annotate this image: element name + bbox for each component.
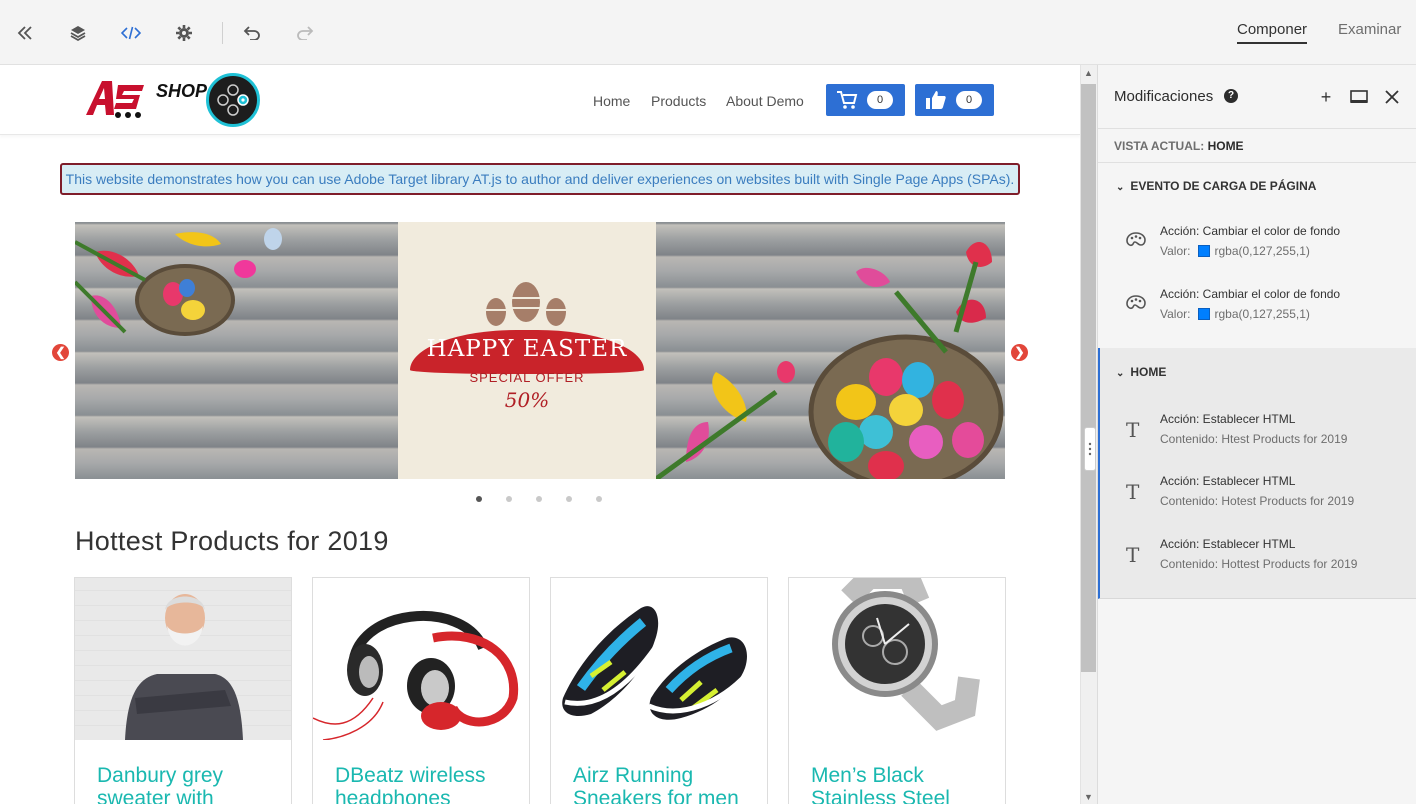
redo-icon[interactable] <box>294 22 316 44</box>
likes-count: 0 <box>956 91 982 109</box>
collapse-icon[interactable] <box>14 22 36 44</box>
color-swatch <box>1198 245 1211 257</box>
tab-componer[interactable]: Componer <box>1237 21 1308 44</box>
shop-logo[interactable]: SHOP <box>84 75 207 125</box>
modification-action: Acción: Establecer HTML <box>1160 474 1296 488</box>
product-title[interactable]: DBeatz wireless headphones <box>335 764 515 804</box>
thumbs-up-icon <box>926 91 946 109</box>
banner-headline: HAPPY EASTER <box>426 336 628 362</box>
demo-notice: This website demonstrates how you can us… <box>60 163 1020 195</box>
text-icon: T <box>1126 418 1140 442</box>
carousel-next-button[interactable]: ❯ <box>1011 344 1028 361</box>
modification-item[interactable]: T Acción: Establecer HTML Contenido: Hte… <box>1100 408 1416 464</box>
panel-resize-handle[interactable] <box>1084 427 1096 471</box>
nav-about-demo[interactable]: About Demo <box>726 93 804 109</box>
palette-icon <box>1126 293 1146 313</box>
product-title[interactable]: Airz Running Sneakers for men <box>573 764 753 804</box>
carousel-dot[interactable] <box>566 496 572 502</box>
modification-value-text: rgba(0,127,255,1) <box>1214 244 1310 258</box>
modification-item[interactable]: Acción: Cambiar el color de fondo Valor:… <box>1098 283 1416 339</box>
cart-button[interactable]: 0 <box>826 84 905 116</box>
banner-discount: 50% <box>504 388 550 412</box>
panel-title: Modificaciones <box>1114 88 1214 105</box>
add-icon[interactable]: + <box>1317 87 1335 107</box>
site-canvas: SHOP Home Products About Demo 0 0 This w… <box>0 65 1080 804</box>
hero-carousel: HAPPY EASTER SPECIAL OFFER 50% <box>75 222 1005 479</box>
product-card[interactable]: Airz Running Sneakers for men <box>550 577 768 804</box>
modification-action: Acción: Establecer HTML <box>1160 412 1296 426</box>
banner-image-left <box>75 222 398 479</box>
site-header: SHOP Home Products About Demo 0 0 <box>0 65 1080 135</box>
device-view-icon[interactable] <box>1350 88 1368 106</box>
carousel-dot[interactable] <box>536 496 542 502</box>
likes-button[interactable]: 0 <box>915 84 994 116</box>
nav-home[interactable]: Home <box>593 93 630 109</box>
modification-action: Acción: Cambiar el color de fondo <box>1160 224 1341 238</box>
help-icon[interactable]: ? <box>1224 89 1238 103</box>
toolbar-divider <box>222 22 223 44</box>
product-card[interactable]: DBeatz wireless headphones <box>312 577 530 804</box>
app-badge-icon <box>206 73 260 127</box>
modification-value-label: Valor: <box>1160 307 1191 321</box>
modification-content: Contenido: Hottest Products for 2019 <box>1160 557 1358 571</box>
current-view-value: HOME <box>1207 139 1244 153</box>
carousel-dot[interactable] <box>596 496 602 502</box>
product-card[interactable]: Danbury grey sweater with <box>74 577 292 804</box>
modification-value-label: Valor: <box>1160 244 1191 258</box>
modifications-panel: Modificaciones ? + VISTA ACTUAL: HOME ⌄ E… <box>1097 65 1416 804</box>
product-card[interactable]: Men’s Black Stainless Steel <box>788 577 1006 804</box>
close-icon[interactable] <box>1383 88 1401 106</box>
product-image <box>313 578 529 741</box>
cart-count: 0 <box>867 91 893 109</box>
product-title[interactable]: Danbury grey sweater with <box>97 764 277 804</box>
text-icon: T <box>1126 543 1140 567</box>
modification-value: Valor: rgba(0,127,255,1) <box>1160 307 1310 321</box>
group-page-load-header[interactable]: ⌄ EVENTO DE CARGA DE PÁGINA <box>1116 179 1316 193</box>
group-home-title: HOME <box>1130 365 1167 379</box>
top-toolbar: Componer Examinar <box>0 0 1416 65</box>
modification-content: Contenido: Hotest Products for 2019 <box>1160 494 1355 508</box>
modification-action: Acción: Cambiar el color de fondo <box>1160 287 1341 301</box>
modification-value-text: rgba(0,127,255,1) <box>1214 307 1310 321</box>
current-view: VISTA ACTUAL: HOME <box>1098 128 1416 163</box>
carousel-dots <box>476 496 602 504</box>
color-swatch <box>1198 308 1211 320</box>
palette-icon <box>1126 230 1146 250</box>
modification-item[interactable]: T Acción: Establecer HTML Contenido: Hot… <box>1100 470 1416 526</box>
product-image <box>551 578 767 740</box>
group-page-load-title: EVENTO DE CARGA DE PÁGINA <box>1130 179 1317 193</box>
text-icon: T <box>1126 480 1140 504</box>
modification-value: Valor: rgba(0,127,255,1) <box>1160 244 1310 258</box>
modification-item[interactable]: Acción: Cambiar el color de fondo Valor:… <box>1098 220 1416 276</box>
nav-products[interactable]: Products <box>651 93 706 109</box>
scroll-up-icon[interactable]: ▲ <box>1081 66 1096 80</box>
easter-banner: HAPPY EASTER SPECIAL OFFER 50% <box>398 222 656 479</box>
chevron-down-icon: ⌄ <box>1116 368 1125 379</box>
layers-icon[interactable] <box>67 22 89 44</box>
product-image <box>789 578 1005 740</box>
banner-image-right <box>654 222 1005 479</box>
undo-icon[interactable] <box>241 22 263 44</box>
current-view-label: VISTA ACTUAL: <box>1114 139 1205 153</box>
scroll-down-icon[interactable]: ▼ <box>1081 790 1096 804</box>
cart-icon <box>837 91 858 109</box>
carousel-prev-button[interactable]: ❮ <box>52 344 69 361</box>
tab-examinar[interactable]: Examinar <box>1338 21 1401 42</box>
carousel-dot[interactable] <box>476 496 482 502</box>
modification-content: Contenido: Htest Products for 2019 <box>1160 432 1348 446</box>
group-home-header[interactable]: ⌄ HOME <box>1116 365 1166 379</box>
product-image <box>75 578 291 740</box>
code-icon[interactable] <box>120 22 142 44</box>
group-home: ⌄ HOME T Acción: Establecer HTML Contenid… <box>1098 348 1416 599</box>
modification-item[interactable]: T Acción: Establecer HTML Contenido: Hot… <box>1100 533 1416 589</box>
carousel-dot[interactable] <box>506 496 512 502</box>
scrollbar-thumb[interactable] <box>1081 84 1096 672</box>
banner-subline: SPECIAL OFFER <box>469 370 585 385</box>
modification-action: Acción: Establecer HTML <box>1160 537 1296 551</box>
product-title[interactable]: Men’s Black Stainless Steel <box>811 764 991 804</box>
logo-text: SHOP <box>156 81 208 101</box>
settings-icon[interactable] <box>173 22 195 44</box>
section-title[interactable]: Hottest Products for 2019 <box>75 526 389 557</box>
chevron-down-icon: ⌄ <box>1116 182 1125 193</box>
